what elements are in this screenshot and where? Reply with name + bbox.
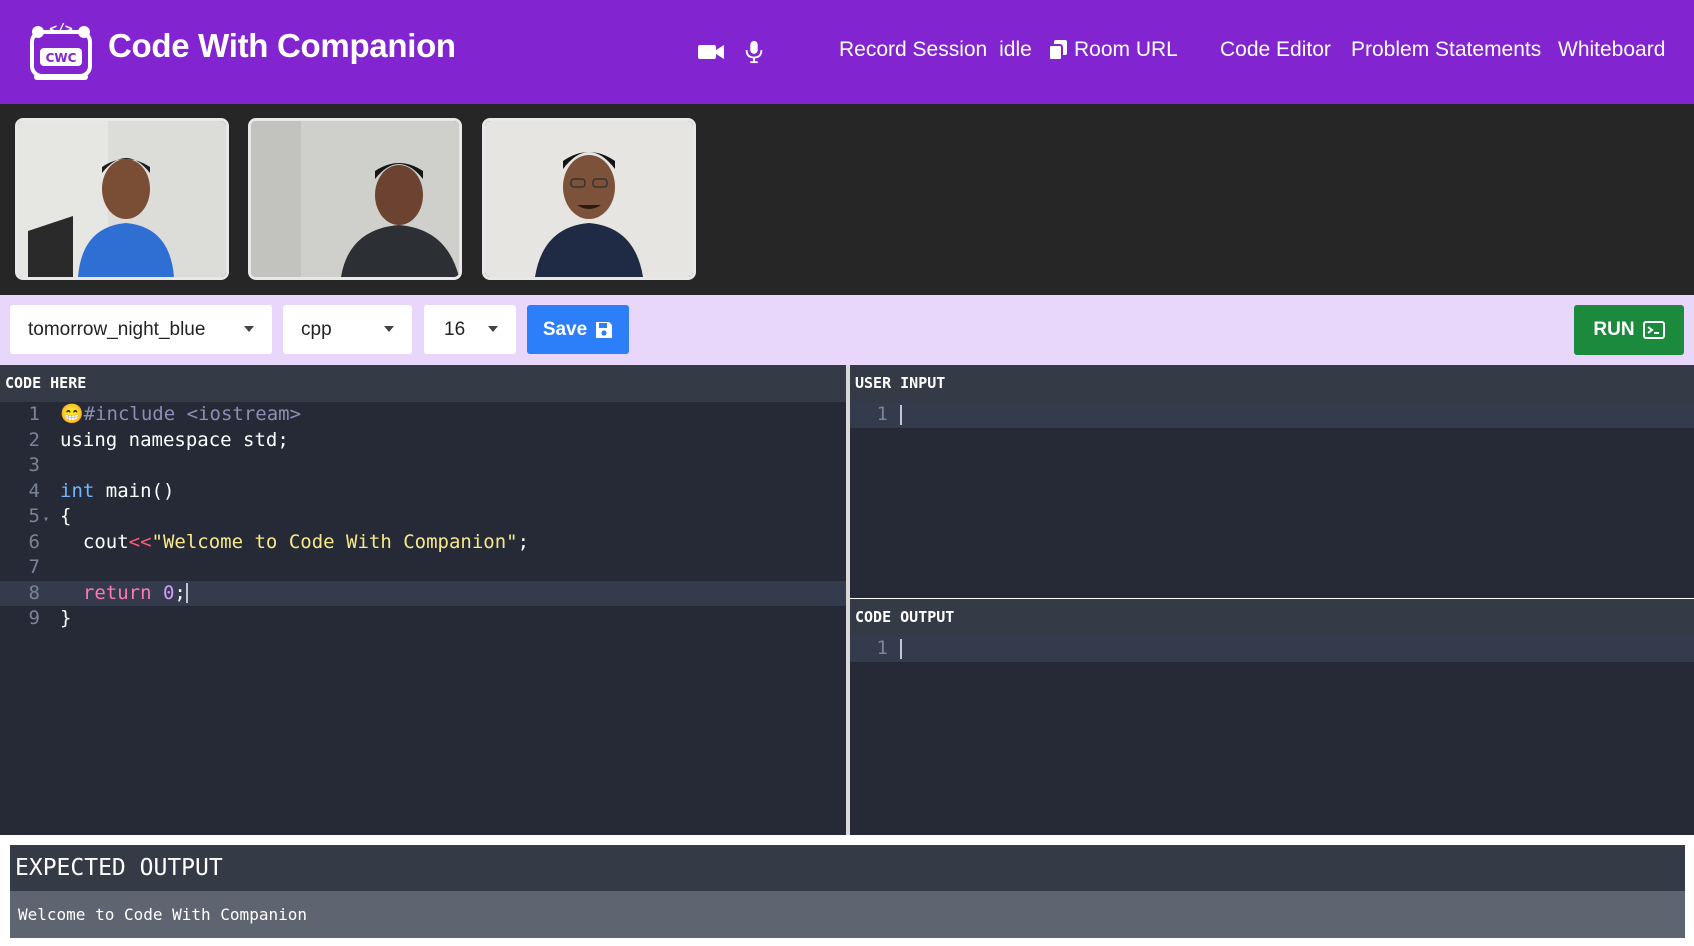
participant-video-frame [485, 121, 693, 277]
line-number: 7 [28, 556, 40, 578]
theme-select[interactable]: tomorrow_night_blue [10, 305, 272, 354]
line-number: 1 [876, 637, 888, 659]
user-input-header: USER INPUT [850, 365, 1694, 402]
font-size-select[interactable]: 16 [424, 305, 516, 354]
code-editor-lines[interactable]: 1 😁#include <iostream> 2 using namespace s… [0, 402, 846, 632]
code-token: return [82, 581, 152, 604]
participant-video[interactable] [482, 118, 696, 280]
nav-whiteboard[interactable]: Whiteboard [1558, 38, 1665, 62]
svg-text:</>: </> [49, 22, 73, 37]
user-input-editor[interactable]: 1 [850, 402, 1694, 428]
room-url-label: Room URL [1074, 38, 1178, 61]
text-cursor [900, 404, 902, 425]
floppy-disk-icon [596, 321, 613, 338]
terminal-icon [1642, 321, 1665, 339]
line-number: 5 [28, 505, 40, 527]
code-line[interactable]: 1 😁#include <iostream> [0, 402, 846, 428]
code-token: int [60, 479, 95, 502]
code-line[interactable]: 7 [0, 555, 846, 581]
participant-video-frame [18, 121, 226, 277]
code-line-active[interactable]: 1 [850, 636, 1694, 662]
expected-output-text: Welcome to Code With Companion [10, 891, 1685, 938]
code-token: } [60, 607, 72, 629]
expected-output-header: EXPECTED OUTPUT [10, 845, 1685, 891]
code-token: cout [82, 530, 129, 553]
run-button[interactable]: RUN [1574, 305, 1684, 355]
line-number: 3 [28, 454, 40, 476]
room-url-button[interactable]: Room URL [1048, 38, 1178, 62]
code-pane-header: CODE HERE [0, 365, 846, 402]
line-number: 1 [28, 403, 40, 425]
user-input-pane[interactable]: USER INPUT 1 [850, 365, 1694, 598]
record-status: idle [999, 38, 1032, 61]
code-line[interactable]: 5 ▾{ [0, 504, 846, 530]
code-token: 0 [151, 581, 175, 604]
code-token: ; [517, 530, 530, 553]
record-session-label: Record Session [839, 38, 988, 61]
font-size-select-value: 16 [444, 318, 466, 340]
logo-icon[interactable]: </> CWC [26, 18, 96, 84]
line-number: 1 [876, 403, 888, 425]
code-output-pane[interactable]: CODE OUTPUT 1 [850, 599, 1694, 835]
video-strip [0, 104, 1694, 295]
code-line[interactable]: 4 int main() [0, 479, 846, 505]
code-editor-pane[interactable]: CODE HERE 1 😁#include <iostream> 2 using n… [0, 365, 846, 835]
record-session-button[interactable]: Record Session idle [839, 38, 1032, 62]
code-line-active[interactable]: 1 [850, 402, 1694, 428]
participant-video-frame [251, 121, 459, 277]
expected-output-panel: EXPECTED OUTPUT Welcome to Code With Com… [10, 845, 1685, 938]
code-token: { [60, 505, 72, 527]
code-output-header: CODE OUTPUT [850, 599, 1694, 636]
emoji-icon: 😁 [60, 403, 84, 425]
run-button-label: RUN [1593, 319, 1635, 340]
code-token: #include <iostream> [83, 403, 302, 425]
save-button[interactable]: Save [527, 305, 629, 354]
save-button-label: Save [542, 318, 588, 340]
chevron-down-icon [384, 326, 394, 332]
code-token: << [128, 530, 152, 553]
app-header: </> CWC Code With Companion Record Sessi… [0, 0, 1694, 104]
text-cursor [185, 583, 188, 603]
svg-text:CWC: CWC [46, 51, 77, 65]
code-token: using namespace std; [60, 428, 289, 451]
nav-code-editor[interactable]: Code Editor [1220, 38, 1331, 62]
participant-video[interactable] [15, 118, 229, 280]
line-number: 8 [28, 581, 40, 604]
language-select-value: cpp [301, 318, 332, 340]
theme-select-value: tomorrow_night_blue [28, 318, 206, 340]
chevron-down-icon [244, 326, 254, 332]
nav-problem-statements[interactable]: Problem Statements [1351, 38, 1541, 62]
line-number: 2 [28, 428, 40, 451]
code-token: "Welcome to Code With Companion" [151, 530, 518, 553]
code-output-editor[interactable]: 1 [850, 636, 1694, 662]
code-line[interactable]: 6 cout<<"Welcome to Code With Companion"… [0, 530, 846, 556]
copy-icon [1048, 40, 1067, 61]
line-number: 9 [28, 607, 40, 629]
text-cursor [900, 638, 902, 659]
language-select[interactable]: cpp [283, 305, 412, 354]
code-token: main() [94, 479, 175, 502]
line-number: 6 [28, 530, 40, 553]
microphone-icon[interactable] [744, 40, 764, 64]
line-number: 4 [28, 479, 40, 502]
code-line[interactable]: 9} [0, 606, 846, 632]
code-line[interactable]: 2 using namespace std; [0, 428, 846, 454]
editor-toolbar: tomorrow_night_blue cpp 16 Save RUN [0, 295, 1694, 365]
chevron-down-icon [488, 326, 498, 332]
code-line-active[interactable]: 8 return 0; [0, 580, 846, 606]
code-token: ; [174, 581, 186, 604]
participant-video[interactable] [248, 118, 462, 280]
app-title[interactable]: Code With Companion [108, 27, 456, 65]
code-line[interactable]: 3 [0, 453, 846, 479]
video-camera-icon[interactable] [697, 40, 725, 64]
